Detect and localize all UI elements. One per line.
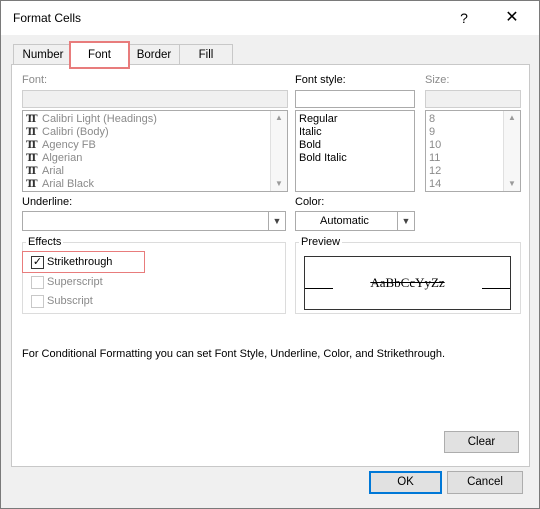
font-list-scrollbar[interactable]: ▲ ▼: [270, 111, 287, 191]
list-item[interactable]: Italic: [299, 126, 322, 139]
preview-box: AaBbCcYyZz: [304, 256, 511, 310]
list-item[interactable]: 12: [429, 165, 441, 178]
size-list[interactable]: 8 9 10 11 12 14 ▲ ▼: [425, 110, 521, 192]
tab-fill[interactable]: Fill: [179, 44, 233, 65]
dialog-title: Format Cells: [13, 11, 82, 25]
chevron-down-icon[interactable]: ▼: [268, 212, 285, 230]
scroll-up-icon[interactable]: ▲: [504, 111, 520, 125]
list-item[interactable]: TT Algerian: [26, 152, 82, 165]
list-item[interactable]: 11: [429, 152, 440, 165]
truetype-icon: TT: [26, 166, 38, 177]
font-list[interactable]: TT Calibri Light (Headings) TT Calibri (Bo…: [22, 110, 288, 192]
size-label: Size:: [425, 74, 450, 86]
list-item[interactable]: Regular: [299, 113, 338, 126]
tab-border[interactable]: Border: [128, 44, 180, 65]
list-item[interactable]: 14: [429, 178, 441, 191]
truetype-icon: TT: [26, 127, 38, 138]
scroll-down-icon[interactable]: ▼: [504, 177, 520, 191]
clear-button[interactable]: Clear: [444, 431, 519, 453]
superscript-label[interactable]: Superscript: [47, 276, 103, 288]
list-item[interactable]: TT Arial Black: [26, 178, 94, 191]
help-button[interactable]: ?: [453, 7, 475, 29]
effects-label: Effects: [26, 236, 64, 248]
truetype-icon: TT: [26, 179, 38, 190]
format-cells-dialog: Format Cells ? ✕ Number Font Border Fill…: [0, 0, 540, 509]
color-value: Automatic: [320, 215, 369, 227]
subscript-checkbox[interactable]: [31, 295, 44, 308]
font-style-label: Font style:: [295, 74, 346, 86]
list-item[interactable]: TT Calibri Light (Headings): [26, 113, 157, 126]
underline-dropdown[interactable]: ▼: [22, 211, 286, 231]
preview-label: Preview: [299, 236, 343, 248]
chevron-down-icon[interactable]: ▼: [397, 212, 414, 230]
superscript-checkbox[interactable]: [31, 276, 44, 289]
list-item[interactable]: 8: [429, 113, 435, 126]
list-item[interactable]: Bold: [299, 139, 321, 152]
tab-number[interactable]: Number: [13, 44, 73, 65]
close-icon[interactable]: ✕: [501, 7, 523, 29]
font-style-list[interactable]: Regular Italic Bold Bold Italic: [295, 110, 415, 192]
list-item[interactable]: TT Calibri (Body): [26, 126, 109, 139]
font-style-input[interactable]: [295, 90, 415, 108]
underline-label: Underline:: [22, 196, 73, 208]
truetype-icon: TT: [26, 114, 38, 125]
list-item[interactable]: 10: [429, 139, 441, 152]
ok-button[interactable]: OK: [369, 471, 442, 494]
size-list-scrollbar[interactable]: ▲ ▼: [503, 111, 520, 191]
info-text: For Conditional Formatting you can set F…: [22, 348, 446, 360]
list-item[interactable]: 9: [429, 126, 435, 139]
list-item[interactable]: TT Agency FB: [26, 139, 96, 152]
strikethrough-label[interactable]: Strikethrough: [47, 256, 112, 268]
scroll-up-icon[interactable]: ▲: [271, 111, 287, 125]
size-input[interactable]: [425, 90, 521, 108]
preview-sample: AaBbCcYyZz: [370, 275, 445, 290]
tab-font[interactable]: Font: [69, 41, 130, 69]
scroll-down-icon[interactable]: ▼: [271, 177, 287, 191]
title-bar: Format Cells ? ✕: [1, 1, 539, 35]
subscript-label[interactable]: Subscript: [47, 295, 93, 307]
list-item[interactable]: Bold Italic: [299, 152, 347, 165]
font-input[interactable]: [22, 90, 288, 108]
truetype-icon: TT: [26, 140, 38, 151]
font-label: Font:: [22, 74, 48, 86]
strikethrough-checkbox[interactable]: ✓: [31, 256, 44, 269]
truetype-icon: TT: [26, 153, 38, 164]
list-item[interactable]: TT Arial: [26, 165, 64, 178]
font-tab-panel: Font: TT Calibri Light (Headings) TT Calib…: [11, 64, 530, 467]
color-dropdown[interactable]: Automatic ▼: [295, 211, 415, 231]
cancel-button[interactable]: Cancel: [447, 471, 523, 494]
color-label: Color:: [295, 196, 325, 208]
